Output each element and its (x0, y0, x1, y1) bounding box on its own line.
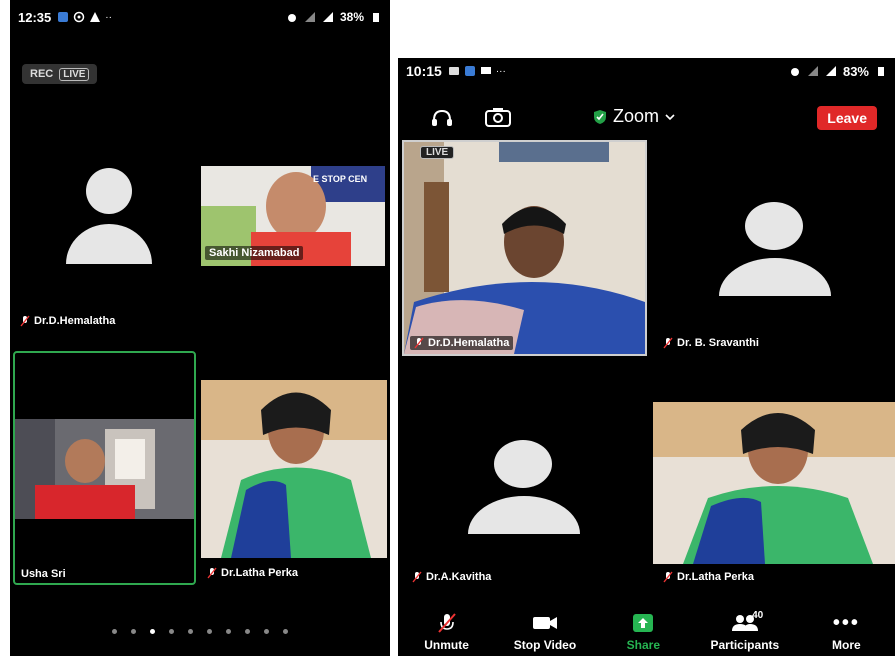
mic-muted-icon (412, 571, 422, 583)
video-feed (653, 402, 895, 564)
status-time: 12:35 (18, 9, 52, 25)
mic-muted-icon (20, 315, 30, 327)
gallery-icon (448, 67, 459, 75)
battery-icon (878, 67, 884, 76)
page-dot[interactable] (112, 629, 117, 634)
page-indicator[interactable] (10, 629, 390, 634)
page-dot[interactable] (150, 629, 155, 634)
participant-tile-latha[interactable]: Dr.Latha Perka (201, 380, 387, 586)
participant-tile-usha-active[interactable]: Usha Sri (13, 351, 196, 585)
mic-muted-icon (437, 613, 456, 633)
page-dot[interactable] (188, 629, 193, 634)
photos-icon (464, 66, 475, 76)
mic-muted-icon (207, 567, 217, 579)
page-dot[interactable] (226, 629, 231, 634)
participants-count: 40 (752, 610, 764, 621)
participant-name: Dr.D.Hemalatha (20, 315, 115, 327)
participant-name: Dr.D.Hemalatha (410, 336, 514, 350)
meeting-toolbar: Unmute Stop Video Share 40 Participants … (398, 604, 895, 656)
page-dot[interactable] (245, 629, 250, 634)
page-dot[interactable] (169, 629, 174, 634)
avatar-placeholder (468, 440, 580, 536)
battery-level: 83% (842, 63, 869, 79)
mic-muted-icon (663, 337, 673, 349)
signal-icon (807, 66, 818, 76)
mic-muted-icon (414, 337, 424, 349)
stop-video-button[interactable]: Stop Video (514, 612, 576, 652)
more-button[interactable]: ••• More (816, 611, 876, 653)
status-bar: 10:15 ··· 83% (398, 58, 895, 84)
signal-icon (304, 12, 315, 22)
chevron-down-icon (665, 113, 675, 120)
share-button[interactable]: Share (613, 612, 673, 652)
status-time: 10:15 (406, 63, 442, 79)
participant-name: Usha Sri (21, 568, 66, 580)
participant-tile-sakhi[interactable]: E STOP CEN Sakhi Nizamabad (201, 166, 385, 266)
more-notifications-icon: ·· (105, 11, 112, 23)
audio-output-icon[interactable] (430, 108, 454, 128)
right-phone-screen: 10:15 ··· 83% Zoom Leave LIVE Dr.D.Hemal… (398, 58, 895, 656)
participant-tile-kavitha[interactable]: Dr.A.Kavitha (402, 398, 647, 598)
page-dot[interactable] (264, 629, 269, 634)
live-badge: LIVE (420, 146, 455, 159)
status-bar: 12:35 ·· 38% (10, 0, 390, 34)
participant-tile-hemalatha[interactable]: Dr.D.Hemalatha (14, 150, 200, 340)
participant-tile-hemalatha[interactable]: LIVE Dr.D.Hemalatha (402, 140, 647, 356)
participant-name: Sakhi Nizamabad (205, 246, 304, 260)
more-notifications-icon: ··· (495, 65, 506, 77)
participant-name: Dr. B. Sravanthi (663, 337, 759, 349)
video-feed (201, 380, 387, 558)
leave-button[interactable]: Leave (817, 106, 877, 130)
switch-camera-icon[interactable] (484, 106, 512, 128)
battery-icon (373, 13, 379, 22)
video-feed (404, 142, 645, 354)
meeting-topbar: Zoom Leave (398, 100, 895, 136)
video-feed (15, 419, 194, 519)
participant-name: Dr.A.Kavitha (412, 571, 491, 583)
page-dot[interactable] (207, 629, 212, 634)
mic-muted-icon (663, 571, 673, 583)
gallery-icon (58, 12, 69, 22)
rec-label: REC (30, 68, 54, 80)
meeting-title[interactable]: Zoom (593, 106, 675, 127)
signal-icon-2 (825, 66, 836, 76)
message-icon (480, 67, 491, 74)
settings-icon (74, 11, 85, 23)
video-camera-icon (532, 617, 557, 629)
page-dot[interactable] (283, 629, 288, 634)
signal-icon-2 (322, 12, 333, 22)
banner-text: E STOP CEN (313, 174, 368, 184)
live-badge: LIVE (59, 67, 90, 81)
encryption-shield-icon (594, 109, 606, 124)
alarm-icon (790, 68, 799, 76)
unmute-button[interactable]: Unmute (417, 612, 477, 652)
avatar-placeholder (719, 202, 831, 298)
left-phone-screen: 12:35 ·· 38% REC LIVE Dr.D.Hemalatha E S… (10, 0, 390, 656)
page-dot[interactable] (131, 629, 136, 634)
avatar-placeholder (64, 168, 154, 268)
more-dots-icon: ••• (832, 611, 860, 634)
participant-name: Dr.Latha Perka (207, 567, 298, 579)
recording-indicator[interactable]: REC LIVE (22, 64, 98, 84)
participant-tile-sravanthi[interactable]: Dr. B. Sravanthi (653, 140, 895, 356)
participants-button[interactable]: 40 Participants (711, 610, 780, 652)
alarm-icon (287, 14, 296, 22)
participant-tile-latha[interactable]: Dr.Latha Perka (653, 402, 895, 598)
participant-name: Dr.Latha Perka (663, 571, 754, 583)
share-screen-icon (633, 614, 654, 632)
battery-level: 38% (339, 10, 364, 24)
warning-icon (90, 12, 101, 22)
